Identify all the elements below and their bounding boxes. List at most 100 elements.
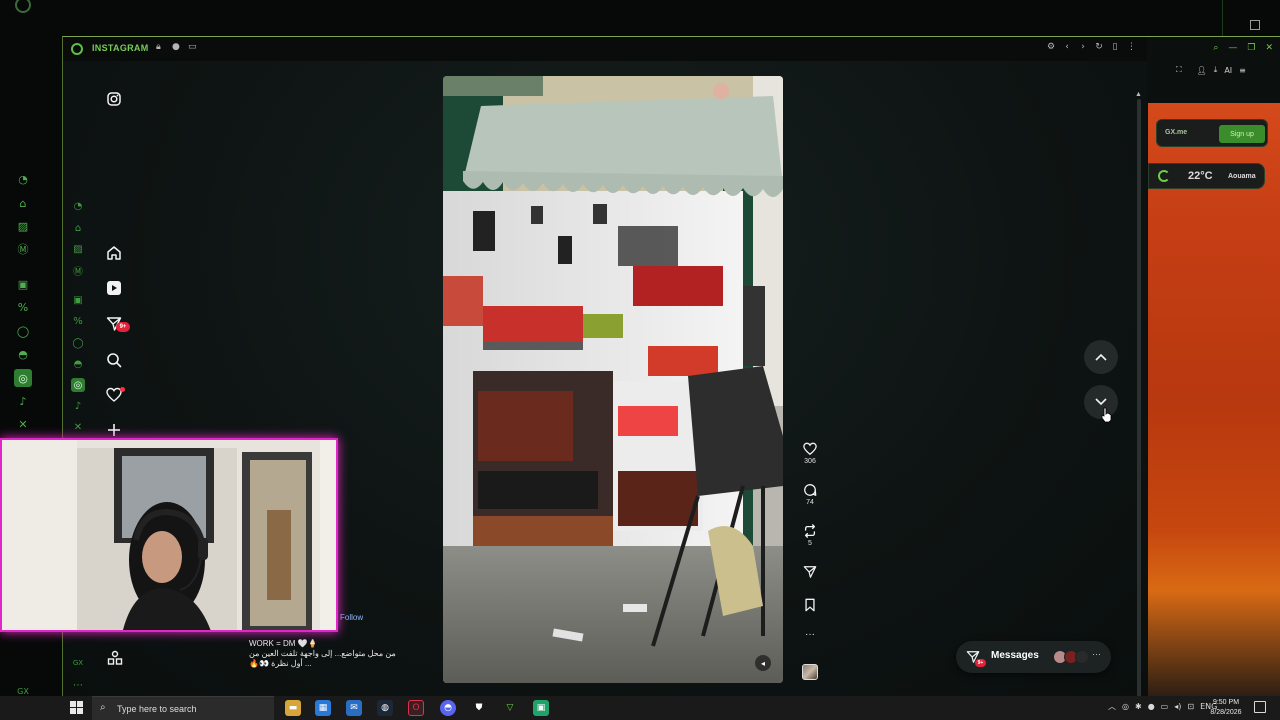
hand-cursor-icon [1101, 407, 1112, 423]
ai-button[interactable]: AI [1224, 66, 1232, 75]
create-plus-icon[interactable] [105, 421, 123, 439]
search-icon[interactable] [105, 351, 123, 369]
music-player-icon[interactable]: Ⓜ [71, 263, 85, 278]
reposts-count[interactable]: 5 [798, 540, 822, 547]
more-icon[interactable]: ⋯ [71, 678, 85, 692]
opera-gx-logo-icon[interactable] [15, 0, 31, 13]
more-icon[interactable]: ⋮ [1127, 42, 1136, 54]
comment-action[interactable]: 74 [798, 482, 822, 506]
restore-icon[interactable]: ❐ [1247, 43, 1255, 53]
snapshot-icon[interactable]: ⛶ [1176, 65, 1182, 75]
instagram-logo-icon[interactable] [105, 90, 123, 108]
save-action[interactable] [798, 597, 822, 613]
meta-more-icon[interactable] [107, 650, 123, 666]
minimize-icon[interactable]: — [1228, 43, 1237, 53]
file-explorer-icon[interactable]: ▬ [285, 700, 301, 716]
download-icon[interactable]: ⤓ [1214, 65, 1218, 75]
gx-corner-icon[interactable]: ▨ [16, 219, 30, 233]
window-toggle-icon[interactable] [1250, 20, 1260, 30]
store-icon[interactable]: ▦ [315, 700, 331, 716]
taskbar-clock[interactable]: 9:50 PM 8/28/2026 [1206, 698, 1246, 718]
follow-button[interactable]: Follow [340, 613, 363, 623]
home-icon[interactable] [105, 244, 123, 262]
volume-icon[interactable]: ◂) [1174, 702, 1181, 711]
whatsapp-icon[interactable]: ◯ [16, 324, 30, 338]
instagram-sidebar-icon[interactable]: ◎ [71, 378, 85, 392]
aria-icon[interactable]: ⌂ [71, 221, 85, 235]
tray-expand-icon[interactable]: ︿ [1108, 701, 1116, 712]
mic-icon[interactable]: ● [1148, 702, 1155, 711]
instagram-sidebar-icon[interactable]: ◎ [14, 369, 32, 387]
repost-action[interactable]: 5 [798, 523, 822, 547]
battery-icon[interactable]: ▭ [1161, 702, 1169, 711]
twitch-icon[interactable]: ▣ [71, 293, 85, 307]
forward-icon[interactable]: › [1079, 42, 1087, 54]
vector-app-icon[interactable]: ▽ [502, 700, 518, 716]
music-player-icon[interactable]: Ⓜ [16, 242, 30, 256]
lock-icon[interactable]: 🔒︎ [156, 42, 166, 54]
capcut-icon[interactable]: ▣ [533, 700, 549, 716]
speed-dial-icon[interactable]: ◔ [71, 199, 85, 213]
sign-up-button[interactable]: Sign up [1219, 125, 1265, 143]
percent-icon[interactable]: % [71, 314, 85, 328]
previous-reel-button[interactable] [1084, 340, 1118, 374]
tiktok-icon[interactable]: ♪ [71, 399, 85, 413]
scrollbar-track[interactable] [1137, 99, 1141, 697]
camera-icon[interactable]: ▭ [188, 42, 198, 54]
messages-button[interactable]: 9+ Messages ··· [956, 641, 1111, 673]
outer-browser-top-bar [0, 0, 1280, 36]
x-icon[interactable]: ✕ [71, 420, 85, 434]
reels-icon[interactable] [105, 279, 123, 297]
share-action[interactable] [798, 564, 822, 580]
audio-thumbnail[interactable] [802, 664, 818, 680]
bluetooth-icon[interactable]: ✱ [1135, 702, 1142, 711]
search-icon[interactable]: ⌕ [1213, 43, 1218, 53]
mic-icon[interactable]: ● [172, 42, 182, 54]
notifications-icon[interactable] [1254, 701, 1266, 713]
close-icon[interactable]: ✕ [1265, 43, 1273, 53]
discord-icon[interactable]: ◓ [71, 357, 85, 371]
pin-icon[interactable]: ▯ [1111, 42, 1119, 54]
twitch-icon[interactable]: ▣ [16, 277, 30, 291]
opera-gx-icon[interactable]: O [408, 700, 424, 716]
more-options-icon[interactable]: ··· [798, 629, 822, 640]
mail-icon[interactable]: ✉ [346, 700, 362, 716]
like-action[interactable]: 306 [798, 441, 822, 465]
percent-icon[interactable]: % [16, 300, 30, 314]
taskbar-search[interactable]: ⌕ Type here to search [92, 696, 274, 720]
weather-widget[interactable]: 22°C Aouama [1148, 163, 1265, 189]
likes-count[interactable]: 306 [798, 458, 822, 465]
gx-me-label: GX.me [1165, 129, 1188, 136]
x-icon[interactable]: ✕ [16, 417, 30, 431]
repost-icon[interactable] [798, 523, 822, 539]
comment-icon[interactable] [798, 482, 822, 498]
discord-icon[interactable]: ◓ [16, 347, 30, 361]
menu-icon[interactable]: ≡ [1239, 66, 1246, 75]
like-heart-icon[interactable] [798, 441, 822, 457]
reload-icon[interactable]: ↻ [1095, 42, 1103, 54]
windows-start-icon[interactable] [70, 701, 83, 714]
whatsapp-icon[interactable]: ◯ [71, 336, 85, 350]
speed-dial-icon[interactable]: ◔ [16, 172, 30, 186]
comments-count[interactable]: 74 [798, 499, 822, 506]
account-icon[interactable]: 👤︎ [1197, 66, 1207, 75]
scroll-up-icon[interactable]: ▲ [1135, 91, 1142, 98]
settings-icon[interactable]: ⚙ [1047, 42, 1055, 54]
messages-badge: 9+ [975, 659, 986, 667]
back-icon[interactable]: ‹ [1063, 42, 1071, 54]
tray-app-icon[interactable]: ◎ [1122, 702, 1129, 711]
network-icon[interactable]: ⊡ [1187, 702, 1194, 711]
gx-corner-icon[interactable]: ▨ [71, 242, 85, 256]
reel-video[interactable]: ◂ [443, 76, 783, 683]
scrollbar[interactable]: ▲ ▼ [1133, 91, 1145, 697]
gx-label-icon[interactable]: GX [71, 656, 85, 670]
steam-icon[interactable]: ◍ [377, 700, 393, 716]
tiktok-icon[interactable]: ♪ [16, 394, 30, 408]
share-icon[interactable] [798, 564, 822, 580]
discord-icon[interactable]: ◓ [440, 700, 456, 716]
shield-icon[interactable]: ⛊ [471, 700, 487, 716]
bookmark-icon[interactable] [798, 597, 822, 613]
aria-icon[interactable]: ⌂ [16, 196, 30, 210]
taskbar-search-placeholder[interactable]: Type here to search [117, 704, 197, 714]
mute-icon[interactable]: ◂ [755, 655, 771, 671]
